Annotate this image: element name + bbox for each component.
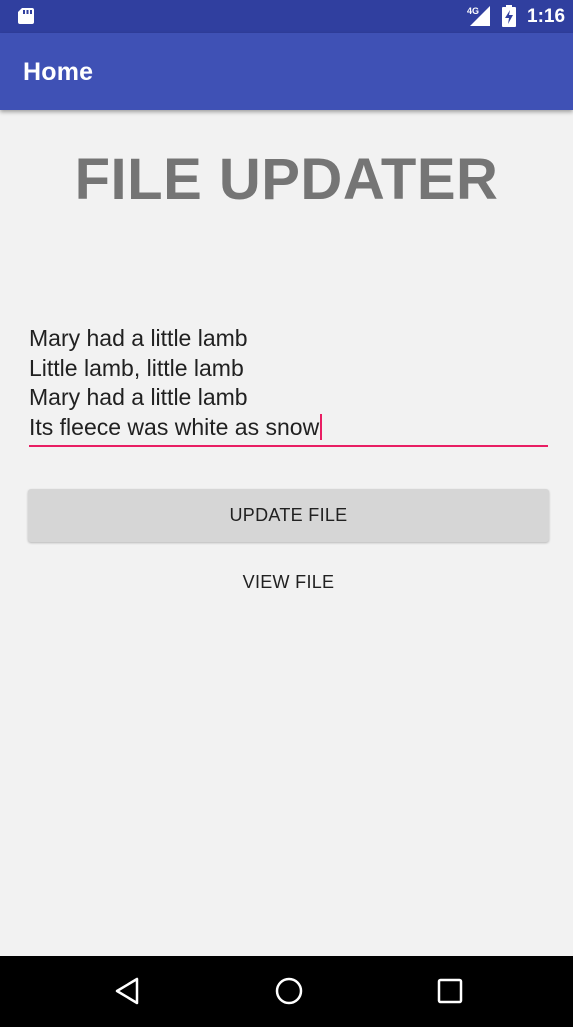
- navigation-bar: [0, 956, 573, 1027]
- screen: 4G 1:16 Home FILE UPDATER Mary had a lit…: [0, 0, 573, 1027]
- home-icon[interactable]: [273, 975, 305, 1007]
- editor-underline: [29, 445, 548, 447]
- update-file-button[interactable]: UPDATE FILE: [28, 489, 549, 542]
- text-caret: [320, 413, 323, 440]
- status-time: 1:16: [527, 6, 566, 27]
- signal-icon: 4G: [467, 6, 490, 26]
- editor-line-last: Its fleece was white as snow: [29, 413, 548, 443]
- back-icon[interactable]: [113, 976, 143, 1006]
- editor-line: Mary had a little lamb: [29, 384, 248, 410]
- view-file-button[interactable]: VIEW FILE: [28, 556, 549, 609]
- file-content-editor[interactable]: Mary had a little lamb Little lamb, litt…: [29, 324, 548, 448]
- battery-charging-icon: [502, 5, 516, 27]
- status-bar: 4G 1:16: [0, 0, 573, 33]
- editor-line: Mary had a little lamb: [29, 325, 248, 351]
- editor-line-text: Its fleece was white as snow: [29, 413, 320, 440]
- sd-card-icon: [18, 8, 34, 24]
- app-bar: Home: [0, 33, 573, 110]
- editor-line: Little lamb, little lamb: [29, 354, 244, 381]
- network-type-label: 4G: [467, 6, 479, 16]
- page-heading: FILE UPDATER: [74, 147, 499, 212]
- app-title: Home: [23, 58, 94, 86]
- recents-icon[interactable]: [436, 977, 464, 1005]
